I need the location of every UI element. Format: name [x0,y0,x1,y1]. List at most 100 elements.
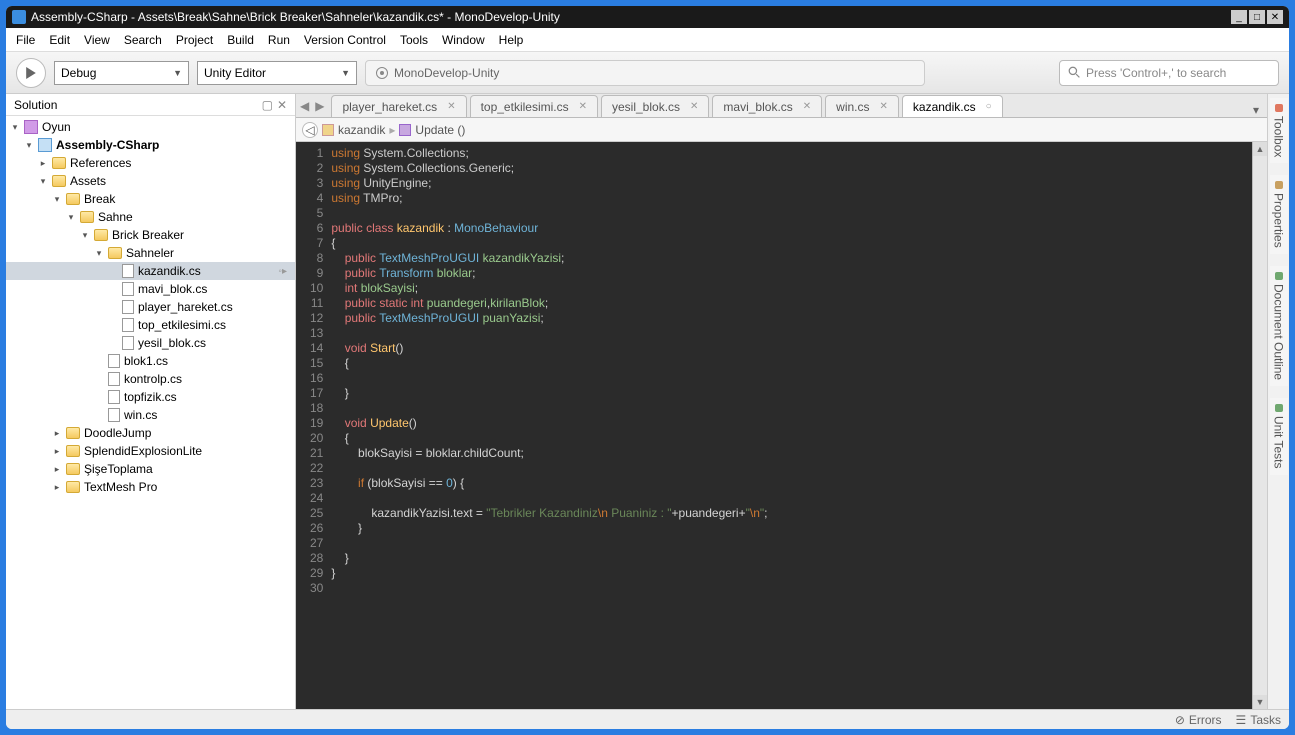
folder-icon [80,211,94,223]
config-value: Debug [61,66,96,80]
pane-options-icon[interactable]: ▢ [262,98,273,112]
tree-sahneler[interactable]: ▾Sahneler [6,244,295,262]
tree-references[interactable]: ▸References [6,154,295,172]
tree-brick[interactable]: ▾Brick Breaker [6,226,295,244]
menu-vcs[interactable]: Version Control [304,33,386,47]
tree-sahne[interactable]: ▾Sahne [6,208,295,226]
menu-help[interactable]: Help [499,33,524,47]
tab-kazandik[interactable]: kazandik.cs○ [902,95,1003,117]
menu-build[interactable]: Build [227,33,254,47]
tab-toolbox[interactable]: Toolbox [1270,98,1288,163]
chevron-down-icon: ▼ [341,68,350,78]
tab-properties[interactable]: Properties [1270,175,1288,254]
code-content[interactable]: using System.Collections;using System.Co… [331,142,767,709]
target-value: Unity Editor [204,66,266,80]
close-icon[interactable]: ○ [986,101,992,112]
file-icon [122,318,134,332]
minimize-button[interactable]: _ [1231,10,1247,24]
tree-file-topfizik[interactable]: topfizik.cs [6,388,295,406]
folder-icon [108,247,122,259]
code-editor[interactable]: 1234567891011121314151617181920212223242… [296,142,1252,709]
tree-file-blok1[interactable]: blok1.cs [6,352,295,370]
status-tasks[interactable]: ☰Tasks [1236,713,1281,727]
close-icon[interactable]: ✕ [880,101,888,112]
close-icon[interactable]: ✕ [447,101,455,112]
pane-close-icon[interactable]: ✕ [277,98,287,112]
maximize-button[interactable]: □ [1249,10,1265,24]
class-icon [322,124,334,136]
tree-doodle[interactable]: ▸DoodleJump [6,424,295,442]
solution-title: Solution [14,98,57,112]
file-icon [108,390,120,404]
folder-icon [52,175,66,187]
file-icon [108,408,120,422]
chevron-down-icon: ▼ [173,68,182,78]
vertical-scrollbar[interactable]: ▲ ▼ [1252,142,1267,709]
tree-project[interactable]: ▾Assembly-CSharp [6,136,295,154]
app-window: Assembly-CSharp - Assets\Break\Sahne\Bri… [6,6,1289,729]
global-search[interactable]: Press 'Control+,' to search [1059,60,1279,86]
tree-file-win[interactable]: win.cs [6,406,295,424]
tab-unit-tests[interactable]: Unit Tests [1270,398,1288,474]
tab-win[interactable]: win.cs✕ [825,95,899,117]
tab-mavi-blok[interactable]: mavi_blok.cs✕ [712,95,822,117]
menu-window[interactable]: Window [442,33,485,47]
breadcrumb: ◁ kazandik ▸ Update () [296,118,1267,142]
menu-run[interactable]: Run [268,33,290,47]
toolbar: Debug ▼ Unity Editor ▼ MonoDevelop-Unity… [6,52,1289,94]
app-target-display: MonoDevelop-Unity [365,60,925,86]
app-icon [12,10,26,24]
tree-break[interactable]: ▾Break [6,190,295,208]
folder-icon [66,463,80,475]
breadcrumb-method[interactable]: Update () [399,123,465,137]
close-button[interactable]: ✕ [1267,10,1283,24]
tree-file-top[interactable]: top_etkilesimi.cs [6,316,295,334]
app-target-label: MonoDevelop-Unity [394,66,499,80]
tabstrip: ◀ ▶ player_hareket.cs✕ top_etkilesimi.cs✕… [296,94,1267,118]
scroll-up-icon[interactable]: ▲ [1253,142,1267,156]
tree-file-kazandik[interactable]: kazandik.cs◦▸ [6,262,295,280]
folder-icon [66,427,80,439]
nav-back-icon[interactable]: ◀ [300,99,309,113]
run-button[interactable] [16,58,46,88]
tree-file-kontrolp[interactable]: kontrolp.cs [6,370,295,388]
close-icon[interactable]: ✕ [803,101,811,112]
menu-view[interactable]: View [84,33,110,47]
tab-top-etkilesimi[interactable]: top_etkilesimi.cs✕ [470,95,598,117]
tab-yesil-blok[interactable]: yesil_blok.cs✕ [601,95,709,117]
folder-icon [66,193,80,205]
breadcrumb-class[interactable]: kazandik [322,123,385,137]
status-errors[interactable]: ⊘Errors [1175,713,1222,727]
close-icon[interactable]: ✕ [579,101,587,112]
target-select[interactable]: Unity Editor ▼ [197,61,357,85]
tree-root[interactable]: ▾Oyun [6,118,295,136]
tree-sise[interactable]: ▸ŞişeToplama [6,460,295,478]
nav-forward-icon[interactable]: ▶ [315,99,324,113]
search-icon [1068,66,1081,79]
config-select[interactable]: Debug ▼ [54,61,189,85]
tab-doc-outline[interactable]: Document Outline [1270,266,1288,386]
play-icon [25,67,37,79]
tree-file-yesil[interactable]: yesil_blok.cs [6,334,295,352]
solution-header: Solution ▢ ✕ [6,94,295,116]
solution-tree[interactable]: ▾Oyun ▾Assembly-CSharp ▸References ▾Asse… [6,116,295,709]
close-icon[interactable]: ✕ [690,101,698,112]
tab-overflow-icon[interactable]: ▾ [1245,103,1267,117]
breadcrumb-back-icon[interactable]: ◁ [302,122,318,138]
tree-file-player[interactable]: player_hareket.cs [6,298,295,316]
tab-player-hareket[interactable]: player_hareket.cs✕ [331,95,466,117]
menu-project[interactable]: Project [176,33,213,47]
tree-splendid[interactable]: ▸SplendidExplosionLite [6,442,295,460]
scroll-down-icon[interactable]: ▼ [1253,695,1267,709]
menu-file[interactable]: File [16,33,35,47]
tree-textmesh[interactable]: ▸TextMesh Pro [6,478,295,496]
menu-search[interactable]: Search [124,33,162,47]
statusbar: ⊘Errors ☰Tasks [6,709,1289,729]
menu-edit[interactable]: Edit [49,33,70,47]
menu-tools[interactable]: Tools [400,33,428,47]
tree-file-mavi[interactable]: mavi_blok.cs [6,280,295,298]
folder-icon [94,229,108,241]
error-icon: ⊘ [1175,713,1185,727]
tree-assets[interactable]: ▾Assets [6,172,295,190]
titlebar: Assembly-CSharp - Assets\Break\Sahne\Bri… [6,6,1289,28]
